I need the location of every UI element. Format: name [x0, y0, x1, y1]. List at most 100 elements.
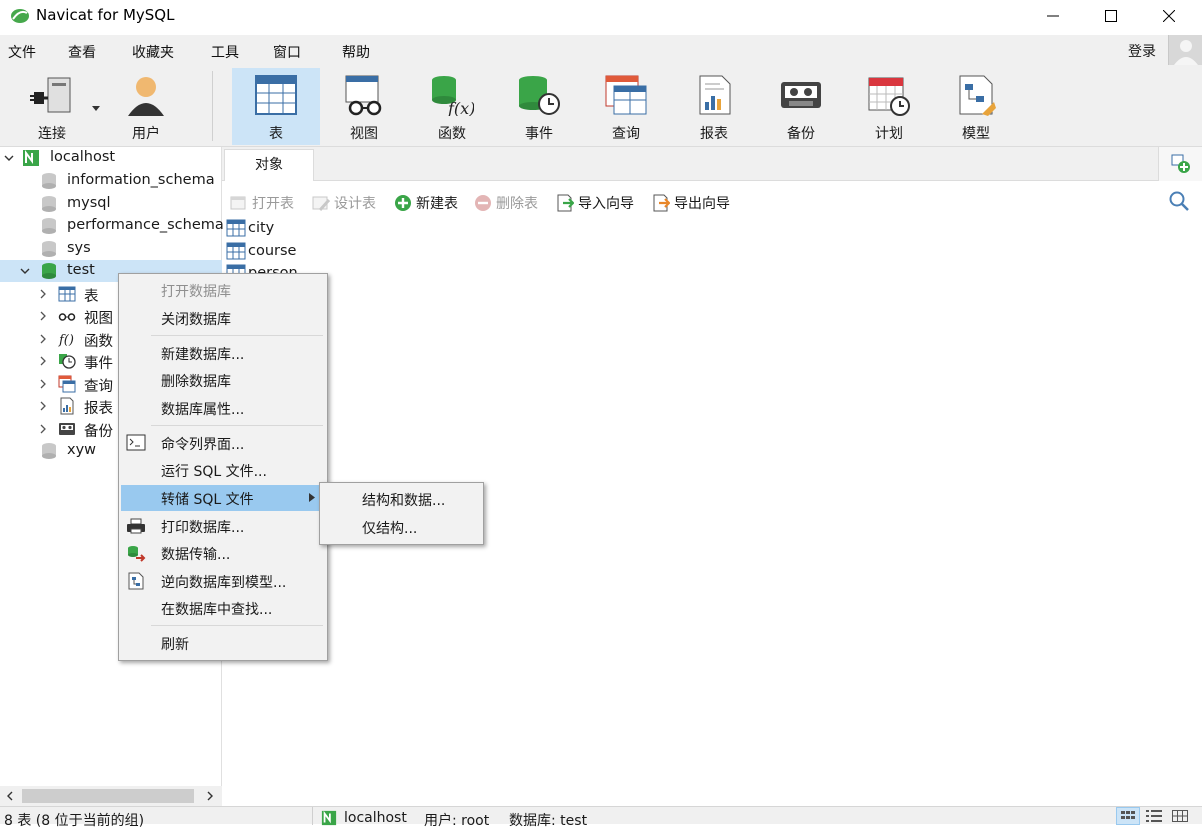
chevron-right-icon[interactable]	[38, 289, 48, 299]
user-icon	[128, 77, 164, 116]
chevron-down-icon[interactable]	[92, 106, 100, 112]
menu-item-find-in-database[interactable]: 在数据库中查找...	[121, 595, 325, 621]
new-table-icon	[395, 195, 411, 211]
menu-item-database-properties[interactable]: 数据库属性...	[121, 395, 325, 421]
database-icon	[42, 241, 56, 257]
toolbar-connection[interactable]: 连接	[8, 68, 100, 145]
login-link[interactable]: 登录	[1128, 41, 1156, 61]
menu-item-print-database[interactable]: 打印数据库...	[121, 513, 325, 539]
menu-item-refresh[interactable]: 刷新	[121, 630, 325, 656]
table-icon	[226, 219, 246, 237]
chevron-right-icon[interactable]	[38, 379, 48, 389]
menu-item-open-database[interactable]: 打开数据库	[121, 277, 325, 303]
database-context-menu: 打开数据库 关闭数据库 新建数据库... 删除数据库 数据库属性... 命令列界…	[118, 273, 328, 661]
menu-item-delete-database[interactable]: 删除数据库	[121, 367, 325, 393]
scrollbar-thumb[interactable]	[22, 789, 194, 803]
printer-icon	[127, 518, 145, 534]
chevron-down-icon[interactable]	[4, 153, 14, 163]
tree-label: xyw	[67, 442, 97, 458]
menu-item-console[interactable]: 命令列界面...	[121, 430, 325, 456]
toolbar-label: 备份	[787, 126, 815, 142]
menu-help[interactable]: 帮助	[342, 42, 370, 62]
menu-tools[interactable]: 工具	[211, 42, 239, 62]
toolbar-separator	[212, 71, 213, 141]
menu-window[interactable]: 窗口	[273, 42, 301, 62]
toolbar-event[interactable]: 事件	[495, 68, 583, 145]
tree-db-sys[interactable]: sys	[0, 238, 222, 260]
er-diagram-view-icon[interactable]	[1172, 810, 1188, 822]
export-wizard-button[interactable]: 导出向导	[652, 192, 730, 214]
chevron-right-icon[interactable]	[38, 311, 48, 321]
chevron-right-icon[interactable]	[38, 401, 48, 411]
import-wizard-icon	[557, 194, 574, 212]
object-toolbar: 打开表 设计表 新建表 删除表 导入向导 导出向导	[222, 186, 1202, 216]
detail-view-icon[interactable]	[1146, 810, 1162, 822]
database-open-icon	[42, 263, 56, 279]
menu-item-dump-sql-file[interactable]: 转储 SQL 文件	[121, 485, 325, 511]
avatar[interactable]	[1168, 35, 1202, 65]
toolbar-table[interactable]: 表	[232, 68, 320, 145]
data-transfer-icon	[128, 546, 146, 562]
toolbar-report[interactable]: 报表	[670, 68, 758, 145]
chevron-left-icon[interactable]	[6, 791, 14, 801]
new-tab-button[interactable]	[1158, 147, 1202, 181]
maximize-button[interactable]	[1082, 0, 1140, 32]
tree-label: information_schema	[67, 172, 215, 188]
toolbar-backup[interactable]: 备份	[757, 68, 845, 145]
menu-item-run-sql-file[interactable]: 运行 SQL 文件...	[121, 457, 325, 483]
chevron-right-icon[interactable]	[38, 334, 48, 344]
import-wizard-button[interactable]: 导入向导	[556, 192, 634, 214]
menu-item-new-database[interactable]: 新建数据库...	[121, 340, 325, 366]
design-table-button[interactable]: 设计表	[312, 192, 376, 214]
tree-label: sys	[67, 240, 91, 256]
open-table-button[interactable]: 打开表	[230, 192, 294, 214]
search-icon[interactable]	[1168, 190, 1190, 212]
chevron-right-icon[interactable]	[206, 791, 214, 801]
table-icon	[226, 242, 246, 260]
list-item[interactable]: course	[226, 240, 296, 262]
menu-view[interactable]: 查看	[68, 42, 96, 62]
toolbar-view[interactable]: 视图	[320, 68, 408, 145]
close-button[interactable]	[1140, 0, 1198, 32]
reverse-model-icon	[128, 572, 144, 590]
model-icon	[959, 75, 996, 116]
export-wizard-label: 导出向导	[674, 196, 730, 212]
window-title: Navicat for MySQL	[36, 6, 175, 24]
chevron-right-icon[interactable]	[38, 356, 48, 366]
chevron-down-icon[interactable]	[20, 266, 30, 276]
status-divider	[312, 807, 313, 825]
toolbar-model[interactable]: 模型	[932, 68, 1020, 145]
menu-item-structure-and-data[interactable]: 结构和数据...	[322, 486, 480, 512]
connection-icon	[30, 77, 71, 113]
toolbar-function[interactable]: f(x) 函数	[408, 68, 496, 145]
toolbar-user[interactable]: 用户	[102, 68, 190, 145]
database-icon	[42, 196, 56, 212]
delete-table-button[interactable]: 删除表	[474, 192, 538, 214]
status-database: 数据库: test	[509, 813, 588, 829]
chevron-right-icon	[309, 493, 315, 502]
toolbar-schedule[interactable]: 计划	[845, 68, 933, 145]
menu-item-close-database[interactable]: 关闭数据库	[121, 305, 325, 331]
tree-db-performance-schema[interactable]: performance_schema	[0, 215, 224, 237]
schedule-icon	[868, 77, 910, 116]
list-view-toggle[interactable]	[1116, 807, 1140, 825]
tree-connection[interactable]: localhost	[0, 147, 222, 169]
design-table-label: 设计表	[334, 196, 376, 212]
menu-favorites[interactable]: 收藏夹	[132, 42, 174, 62]
tree-db-information-schema[interactable]: information_schema	[0, 170, 222, 192]
menu-item-reverse-to-model[interactable]: 逆向数据库到模型...	[121, 568, 325, 594]
new-table-button[interactable]: 新建表	[394, 192, 458, 214]
add-tab-icon	[1171, 154, 1190, 173]
minimize-button[interactable]	[1024, 0, 1082, 32]
tree-label: 事件	[84, 356, 113, 372]
toolbar-label: 模型	[962, 126, 990, 142]
tab-objects[interactable]: 对象	[224, 149, 314, 181]
menu-file[interactable]: 文件	[8, 42, 36, 62]
list-item[interactable]: city	[226, 217, 274, 239]
menu-item-structure-only[interactable]: 仅结构...	[322, 514, 480, 540]
toolbar-query[interactable]: 查询	[582, 68, 670, 145]
tree-db-mysql[interactable]: mysql	[0, 193, 222, 215]
sidebar-horizontal-scrollbar[interactable]	[0, 786, 222, 806]
chevron-right-icon[interactable]	[38, 424, 48, 434]
menu-item-data-transfer[interactable]: 数据传输...	[121, 540, 325, 566]
